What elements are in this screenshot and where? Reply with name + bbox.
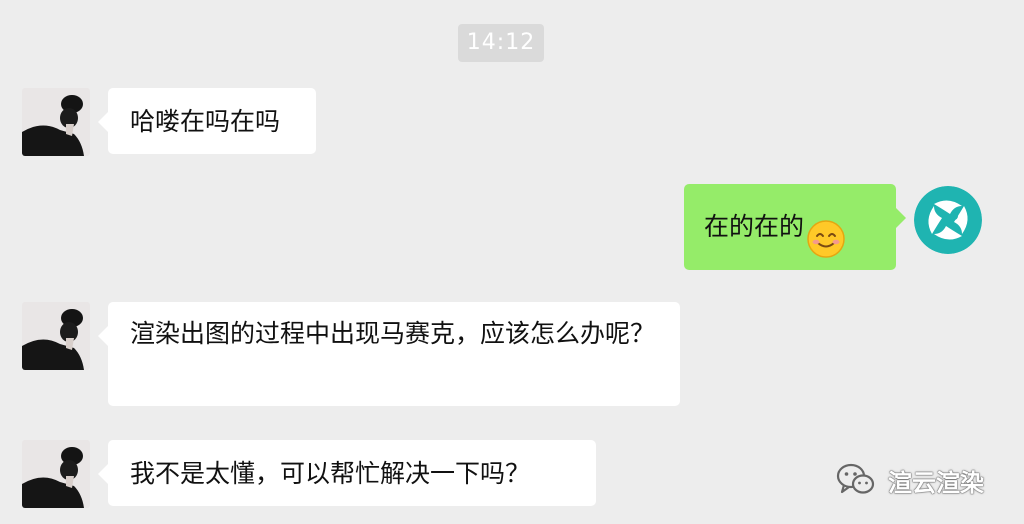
message-bubble[interactable]: 哈喽在吗在吗: [98, 88, 316, 154]
user-avatar[interactable]: [22, 302, 90, 370]
message-bubble-outgoing[interactable]: 在的在的: [684, 184, 906, 270]
message-text: 哈喽在吗在吗: [130, 107, 281, 136]
user-avatar[interactable]: [22, 440, 90, 508]
service-avatar[interactable]: [914, 186, 982, 254]
message-text: 在的在的: [704, 212, 805, 241]
message-text: 渲染出图的过程中出现马赛克，应该怎么办呢？: [130, 319, 656, 348]
user-avatar[interactable]: [22, 88, 90, 156]
message-text: 我不是太懂，可以帮忙解决一下吗？: [130, 459, 531, 488]
smiling-face-emoji-icon: [806, 208, 846, 258]
message-timestamp: 14:12: [458, 24, 544, 62]
message-bubble[interactable]: 我不是太懂，可以帮忙解决一下吗？: [98, 440, 596, 506]
message-bubble[interactable]: 渲染出图的过程中出现马赛克，应该怎么办呢？: [98, 302, 680, 406]
wechat-icon: [836, 463, 875, 494]
watermark: 渲云渲染: [836, 458, 984, 502]
watermark-text: 渲云渲染: [888, 468, 984, 497]
